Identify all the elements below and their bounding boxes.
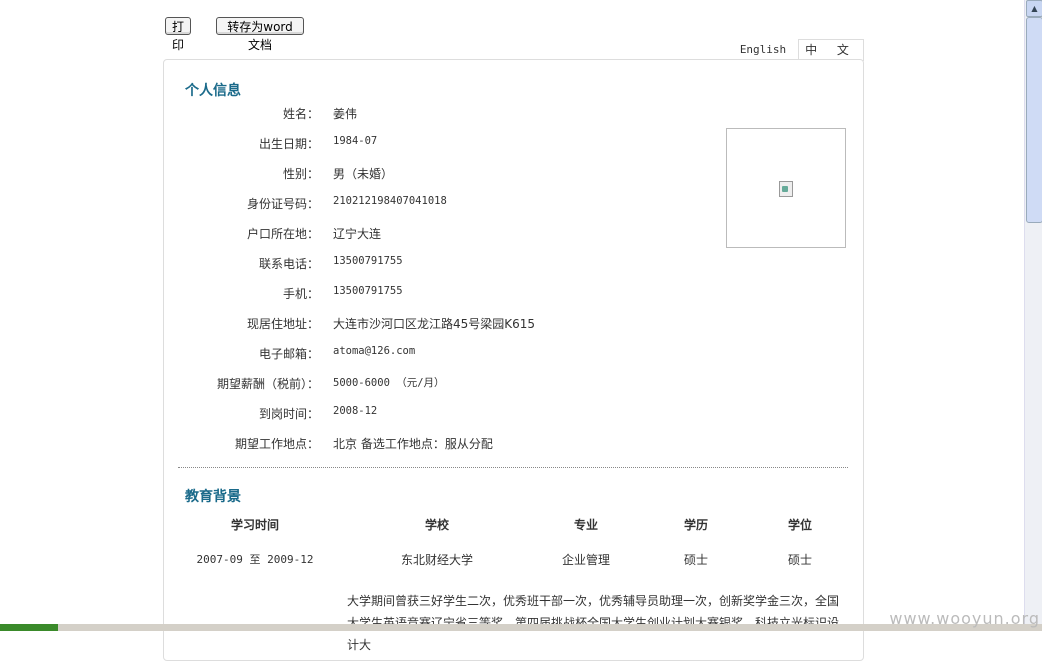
edu-cell-major: 企业管理 <box>561 553 610 567</box>
info-label: 到岗时间： <box>258 407 319 421</box>
info-value: atoma@126.com <box>333 345 416 357</box>
edu-header-degree-level: 学历 <box>683 518 708 532</box>
info-row: 性别： 男（未婚） <box>163 165 723 185</box>
info-label: 期望工作地点： <box>234 437 319 451</box>
personal-info-title: 个人信息 <box>185 83 241 99</box>
info-label: 出生日期： <box>258 137 319 151</box>
scroll-up-icon[interactable]: ▲ <box>1026 0 1042 17</box>
info-row: 身份证号码： 210212198407041018 <box>163 195 723 215</box>
info-value: 2008-12 <box>333 405 378 417</box>
photo-frame <box>726 128 846 248</box>
info-value: 210212198407041018 <box>333 195 447 207</box>
info-label: 期望薪酬（税前）： <box>216 377 319 391</box>
edu-header-major: 专业 <box>573 518 598 532</box>
taskbar-start-area[interactable] <box>0 624 58 631</box>
scrollbar-thumb[interactable] <box>1026 17 1042 223</box>
info-label: 联系电话： <box>258 257 319 271</box>
edu-header-degree: 学位 <box>787 518 812 532</box>
info-label: 姓名： <box>282 107 319 121</box>
info-row: 手机： 13500791755 <box>163 285 723 305</box>
info-row: 电子邮箱： atoma@126.com <box>163 345 723 365</box>
info-value: 大连市沙河口区龙江路45号梁园K615 <box>333 317 536 331</box>
broken-image-icon <box>779 181 793 197</box>
section-divider <box>178 467 848 468</box>
info-row: 期望薪酬（税前）： 5000-6000 （元/月） <box>163 375 723 395</box>
info-value: 13500791755 <box>333 285 403 297</box>
edu-header-school: 学校 <box>424 518 449 532</box>
status-bar <box>0 624 1042 631</box>
education-remark: 大学期间曾获三好学生二次，优秀班干部一次，优秀辅导员助理一次，创新奖学金三次，全… <box>347 594 840 652</box>
info-row: 联系电话： 13500791755 <box>163 255 723 275</box>
info-row: 到岗时间： 2008-12 <box>163 405 723 425</box>
edu-cell-degree-level: 硕士 <box>683 553 708 567</box>
info-value: 辽宁大连 <box>333 227 382 241</box>
language-tabs: English 中 文 <box>728 39 864 61</box>
info-label: 户口所在地： <box>246 227 319 241</box>
tab-chinese[interactable]: 中 文 <box>798 39 864 61</box>
education-title: 教育背景 <box>185 489 241 505</box>
info-label: 现居住地址： <box>246 317 319 331</box>
info-value: 1984-07 <box>333 135 378 147</box>
print-button[interactable]: 打印 <box>165 17 191 52</box>
info-row: 出生日期： 1984-07 <box>163 135 723 155</box>
save-as-word-button[interactable]: 转存为word文档 <box>216 17 304 52</box>
info-value: 姜伟 <box>333 107 358 121</box>
edu-header-time: 学习时间 <box>230 518 279 532</box>
info-row: 期望工作地点： 北京 备选工作地点：服从分配 <box>163 435 723 455</box>
info-row: 现居住地址： 大连市沙河口区龙江路45号梁园K615 <box>163 315 723 335</box>
info-value: 男（未婚） <box>333 167 394 181</box>
info-value: 北京 备选工作地点：服从分配 <box>333 437 493 451</box>
edu-cell-school: 东北财经大学 <box>400 553 473 567</box>
info-label: 性别： <box>282 167 319 181</box>
info-label: 身份证号码： <box>246 197 319 211</box>
watermark: www.wooyun.org <box>889 609 1040 628</box>
edu-cell-time: 2007-09 至 2009-12 <box>196 553 314 566</box>
info-row: 姓名： 姜伟 <box>163 105 723 125</box>
edu-cell-degree: 硕士 <box>787 553 812 567</box>
tab-english[interactable]: English <box>728 39 798 60</box>
vertical-scrollbar[interactable]: ▲ <box>1024 0 1042 631</box>
info-label: 手机： <box>282 287 319 301</box>
info-row: 户口所在地： 辽宁大连 <box>163 225 723 245</box>
info-value: 5000-6000 （元/月） <box>333 377 445 389</box>
info-value: 13500791755 <box>333 255 403 267</box>
info-label: 电子邮箱： <box>258 347 319 361</box>
